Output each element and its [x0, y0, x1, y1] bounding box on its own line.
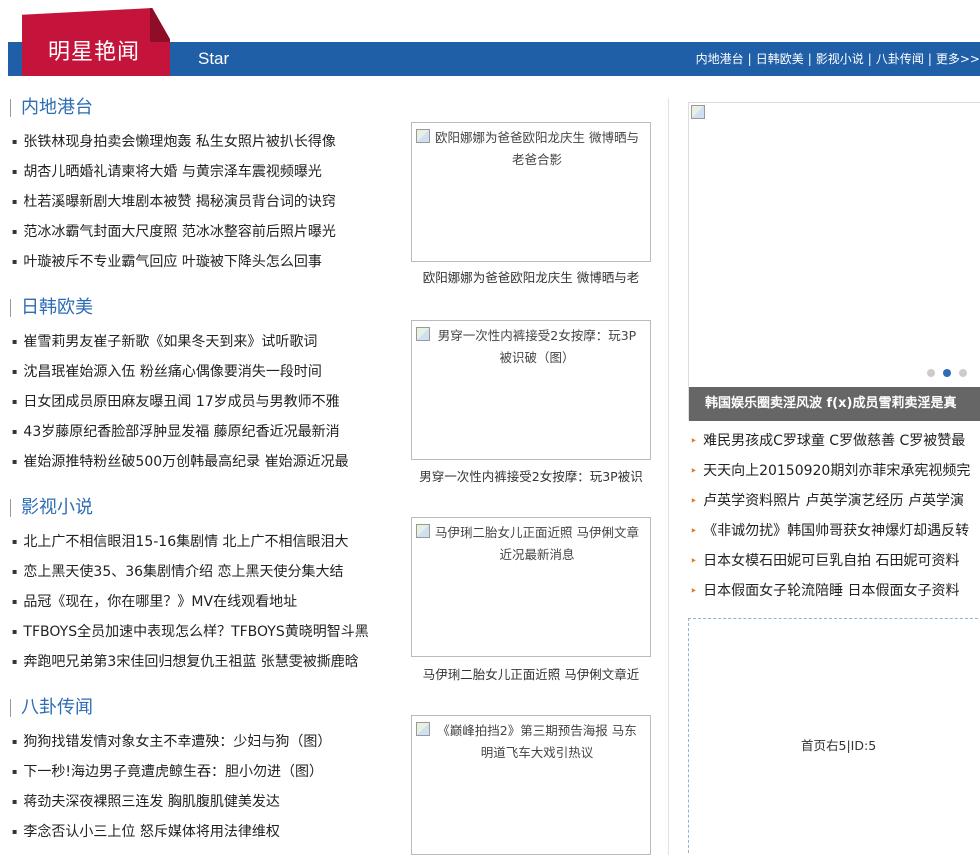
- broken-image-icon: [416, 524, 430, 538]
- thumbnail-image[interactable]: 欧阳娜娜为爸爸欧阳龙庆生 微博晒与老爸合影: [411, 122, 651, 262]
- news-list-film-novel: 北上广不相信眼泪15-16集剧情 北上广不相信眼泪大 恋上黑天使35、36集剧情…: [12, 527, 402, 677]
- broken-image-icon: [416, 327, 430, 341]
- thumbnail-image[interactable]: 马伊琍二胎女儿正面近照 马伊俐文章近况最新消息: [411, 517, 651, 657]
- column-divider: [668, 98, 669, 855]
- list-item[interactable]: 日女团成员原田麻友曝丑闻 17岁成员与男教师不雅: [12, 387, 402, 417]
- list-item[interactable]: 难民男孩成C罗球童 C罗做慈善 C罗被赞最: [690, 426, 980, 456]
- list-item[interactable]: 范冰冰霸气封面大尺度照 范冰冰整容前后照片曝光: [12, 217, 402, 247]
- section-heading-gossip[interactable]: 八卦传闻: [10, 699, 93, 717]
- list-item[interactable]: 沈昌珉崔始源入伍 粉丝痛心偶像要消失一段时间: [12, 357, 402, 387]
- nav-link-film-novel[interactable]: 影视小说: [816, 52, 864, 66]
- list-item[interactable]: 张铁林现身拍卖会懒理炮轰 私生女照片被扒长得像: [12, 127, 402, 157]
- nav-link-mainland[interactable]: 内地港台: [696, 52, 744, 66]
- nav-link-jpkr-western[interactable]: 日韩欧美: [756, 52, 804, 66]
- broken-image-icon: [416, 129, 430, 143]
- news-list-mainland: 张铁林现身拍卖会懒理炮轰 私生女照片被扒长得像 胡杏儿晒婚礼请柬将大婚 与黄宗泽…: [12, 127, 402, 277]
- list-item[interactable]: 奔跑吧兄弟第3宋佳回归想复仇王祖蓝 张慧雯被撕鹿晗: [12, 647, 402, 677]
- section-heading-jpkr-western[interactable]: 日韩欧美: [10, 299, 93, 317]
- thumbnail-image[interactable]: 男穿一次性内裤接受2女按摩：玩3P被识破（图）: [411, 320, 651, 460]
- broken-image-icon: [416, 722, 430, 736]
- nav-link-gossip[interactable]: 八卦传闻: [876, 52, 924, 66]
- section-heading-film-novel[interactable]: 影视小说: [10, 499, 93, 517]
- list-item[interactable]: 恋上黑天使35、36集剧情介绍 恋上黑天使分集大结: [12, 557, 402, 587]
- list-item[interactable]: 品冠《现在，你在哪里？》MV在线观看地址: [12, 587, 402, 617]
- list-item[interactable]: 崔始源推特粉丝破500万创韩最高纪录 崔始源近况最: [12, 447, 402, 477]
- thumbnail-caption[interactable]: 男穿一次性内裤接受2女按摩：玩3P被识: [411, 466, 651, 485]
- section-title-cn: 明星艳闻: [48, 40, 141, 65]
- slider-caption[interactable]: 韩国娱乐圈卖淫风波 f(x)成员雪莉卖淫是真: [689, 387, 980, 421]
- list-item[interactable]: 卢英学资料照片 卢英学演艺经历 卢英学演: [690, 486, 980, 516]
- list-item[interactable]: 杜若溪曝新剧大堆剧本被赞 揭秘演员背台词的诀窍: [12, 187, 402, 217]
- thumbnail-caption[interactable]: 马伊琍二胎女儿正面近照 马伊俐文章近: [411, 664, 651, 683]
- list-item[interactable]: 狗狗找错发情对象女主不幸遭殃：少妇与狗（图）: [12, 727, 402, 757]
- section-heading-mainland[interactable]: 内地港台: [10, 99, 93, 117]
- thumbnail-caption[interactable]: 欧阳娜娜为爸爸欧阳龙庆生 微博晒与老: [411, 267, 651, 286]
- list-item[interactable]: 李念否认小三上位 怒斥媒体将用法律维权: [12, 817, 402, 847]
- news-list-jpkr-western: 崔雪莉男友崔子新歌《如果冬天到来》试听歌词 沈昌珉崔始源入伍 粉丝痛心偶像要消失…: [12, 327, 402, 477]
- slider-dot-active[interactable]: [943, 369, 951, 377]
- list-item[interactable]: 天天向上20150920期刘亦菲宋承宪视频完: [690, 456, 980, 486]
- thumbnail-image[interactable]: 《巅峰拍挡2》第三期预告海报 马东明道飞车大戏引热议: [411, 715, 651, 855]
- list-item[interactable]: 日本女模石田妮可巨乳自拍 石田妮可资料: [690, 546, 980, 576]
- list-item[interactable]: TFBOYS全员加速中表现怎么样？TFBOYS黄晓明智斗黑: [12, 617, 402, 647]
- right-news-list: 难民男孩成C罗球童 C罗做慈善 C罗被赞最 天天向上20150920期刘亦菲宋承…: [690, 426, 980, 606]
- list-item[interactable]: 北上广不相信眼泪15-16集剧情 北上广不相信眼泪大: [12, 527, 402, 557]
- ad-placeholder[interactable]: 首页右5|ID:5: [688, 618, 980, 855]
- nav-link-more[interactable]: 更多>>: [936, 52, 980, 66]
- list-item[interactable]: 叶璇被斥不专业霸气回应 叶璇被下降头怎么回事: [12, 247, 402, 277]
- top-nav: 内地港台 | 日韩欧美 | 影视小说 | 八卦传闻 | 更多>>: [695, 52, 980, 66]
- slider-dots: [927, 369, 967, 377]
- image-slider[interactable]: 韩国娱乐圈卖淫风波 f(x)成员雪莉卖淫是真: [688, 102, 980, 421]
- list-item[interactable]: 崔雪莉男友崔子新歌《如果冬天到来》试听歌词: [12, 327, 402, 357]
- list-item[interactable]: 下一秒!海边男子竟遭虎鲸生吞：胆小勿进（图）: [12, 757, 402, 787]
- list-item[interactable]: 《非诚勿扰》韩国帅哥获女神爆灯却遇反转: [690, 516, 980, 546]
- ad-label: 首页右5|ID:5: [801, 738, 877, 753]
- slider-dot[interactable]: [959, 369, 967, 377]
- list-item[interactable]: 日本假面女子轮流陪睡 日本假面女子资料: [690, 576, 980, 606]
- broken-image-icon: [691, 105, 705, 119]
- list-item[interactable]: 蒋劲夫深夜裸照三连发 胸肌腹肌健美发达: [12, 787, 402, 817]
- section-title-en: Star: [198, 49, 230, 68]
- list-item[interactable]: 43岁藤原纪香脸部浮肿显发福 藤原纪香近况最新消: [12, 417, 402, 447]
- list-item[interactable]: 胡杏儿晒婚礼请柬将大婚 与黄宗泽车震视频曝光: [12, 157, 402, 187]
- news-list-gossip: 狗狗找错发情对象女主不幸遭殃：少妇与狗（图） 下一秒!海边男子竟遭虎鲸生吞：胆小…: [12, 727, 402, 847]
- slider-dot[interactable]: [927, 369, 935, 377]
